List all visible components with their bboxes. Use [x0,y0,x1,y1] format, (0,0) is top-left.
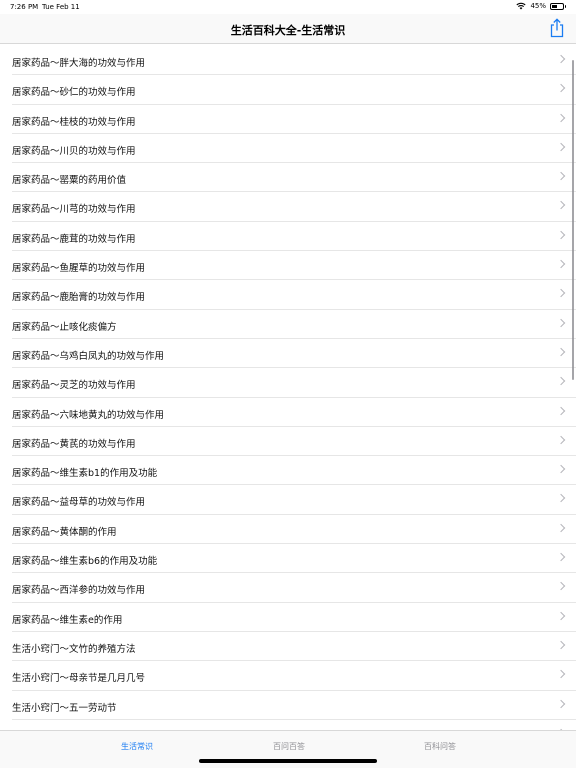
chevron-right-icon [556,464,566,474]
list-item-label: 居家药品～桂枝的功效与作用 [12,116,136,128]
chevron-right-icon [556,494,566,503]
chevron-right-icon [556,699,566,708]
chevron-right-icon [556,201,566,210]
list-item-label: 生活小窍门～文竹的养殖方法 [12,643,136,655]
list-item[interactable]: 居家药品～六味地黄丸的功效与作用 [12,398,576,427]
list-item[interactable]: 居家药品～胖大海的功效与作用 [12,46,576,76]
list-item-label: 居家药品～西洋参的功效与作用 [12,585,146,597]
list-item[interactable]: 生活小窍门～文竹的养殖方法 [12,632,576,662]
list-item-label: 居家药品～灵芝的功效与作用 [12,380,136,392]
chevron-right-icon [556,523,566,532]
list-item-label: 居家药品～益母草的功效与作用 [12,497,146,509]
list-item-label: 居家药品～川贝的功效与作用 [12,145,136,157]
page-title: 生活百科大全-生活常识 [230,24,346,37]
list-item-label: 居家药品～止咳化痰偏方 [12,321,117,333]
list-item[interactable]: 居家药品～鹿茸的功效与作用 [12,222,576,252]
list-item-label: 居家药品～砂仁的功效与作用 [12,87,136,99]
list-item-label: 居家药品～黄体酮的作用 [12,526,117,538]
list-item[interactable]: 生活小窍门～男人节是几月几号 [12,720,576,730]
chevron-right-icon [556,171,566,181]
list-item[interactable]: 居家药品～维生素e的作用 [12,603,576,632]
status-indicators: 45% [516,2,566,10]
list-item[interactable]: 居家药品～川贝的功效与作用 [12,134,576,164]
battery-icon [550,2,566,10]
list-item[interactable]: 居家药品～维生素b6的作用及功能 [12,544,576,574]
list-item-label: 居家药品～乌鸡白凤丸的功效与作用 [12,350,165,362]
chevron-right-icon [556,611,566,620]
list-item[interactable]: 居家药品～鹿胎膏的功效与作用 [12,280,576,310]
list-item-label: 居家药品～维生素e的作用 [12,614,123,626]
home-indicator [199,759,377,763]
list-item[interactable]: 居家药品～维生素b1的作用及功能 [12,456,576,486]
list-item[interactable]: 居家药品～灵芝的功效与作用 [12,368,576,398]
chevron-right-icon [556,142,566,152]
article-list[interactable]: 居家药品～胖大海的功效与作用 居家药品～砂仁的功效与作用 居家药品～桂枝的功效与作用… [0,46,576,730]
share-icon[interactable] [548,18,566,38]
scroll-indicator[interactable] [571,60,574,380]
chevron-right-icon [556,289,566,298]
list-item-label: 居家药品～胖大海的功效与作用 [12,58,146,69]
list-item-label: 居家药品～维生素b1的作用及功能 [12,468,158,480]
list-item[interactable]: 居家药品～罂粟的药用价值 [12,163,576,193]
chevron-right-icon [556,113,566,122]
list-item[interactable]: 生活小窍门～母亲节是几月几号 [12,661,576,691]
list-item[interactable]: 居家药品～西洋参的功效与作用 [12,573,576,603]
list-item-label: 居家药品～六味地黄丸的功效与作用 [12,409,165,421]
list-item-label: 生活小窍门～五一劳动节 [12,702,117,714]
list-item-label: 居家药品～鹿胎膏的功效与作用 [12,292,146,304]
chevron-right-icon [556,669,566,679]
chevron-right-icon [556,435,566,445]
tab-lifestyle-tips[interactable]: 生活常识 [121,741,153,752]
list-item-label: 居家药品～鹿茸的功效与作用 [12,233,136,245]
list-item[interactable]: 居家药品～黄体酮的作用 [12,515,576,545]
list-item-label: 居家药品～黄芪的功效与作用 [12,438,136,450]
list-item-label: 居家药品～维生素b6的作用及功能 [12,556,158,568]
chevron-right-icon [556,347,566,357]
list-item[interactable]: 居家药品～川芎的功效与作用 [12,192,576,222]
status-bar: 7:26 PM Tue Feb 11 45% [0,0,576,14]
navigation-bar: 生活百科大全-生活常识 [0,14,576,44]
list-item[interactable]: 居家药品～止咳化痰偏方 [12,310,576,339]
list-item-label: 生活小窍门～母亲节是几月几号 [12,673,146,685]
chevron-right-icon [556,377,566,386]
tab-encyclopedia-qa[interactable]: 百科问答 [424,741,456,752]
list-item[interactable]: 居家药品～桂枝的功效与作用 [12,105,576,134]
tab-qa[interactable]: 百问百答 [273,741,305,752]
list-item[interactable]: 居家药品～鱼腥草的功效与作用 [12,251,576,281]
list-item[interactable]: 居家药品～益母草的功效与作用 [12,485,576,515]
battery-percent: 45% [530,2,546,10]
list-item[interactable]: 居家药品～黄芪的功效与作用 [12,427,576,457]
status-date: Tue Feb 11 [42,3,80,11]
chevron-right-icon [556,84,566,93]
chevron-right-icon [556,552,566,562]
chevron-right-icon [556,582,566,591]
status-time: 7:26 PM [10,3,39,11]
chevron-right-icon [556,259,566,269]
list-item-label: 居家药品～罂粟的药用价值 [12,175,127,187]
chevron-right-icon [556,406,566,415]
chevron-right-icon [556,640,566,650]
list-item-label: 居家药品～川芎的功效与作用 [12,204,136,216]
list-item[interactable]: 居家药品～砂仁的功效与作用 [12,75,576,105]
chevron-right-icon [556,54,566,64]
chevron-right-icon [556,318,566,327]
list-item-label: 居家药品～鱼腥草的功效与作用 [12,263,146,275]
chevron-right-icon [556,230,566,240]
battery-fill [552,4,557,8]
list-item[interactable]: 居家药品～乌鸡白凤丸的功效与作用 [12,339,576,369]
wifi-icon [516,2,527,10]
list-item[interactable]: 生活小窍门～五一劳动节 [12,691,576,720]
